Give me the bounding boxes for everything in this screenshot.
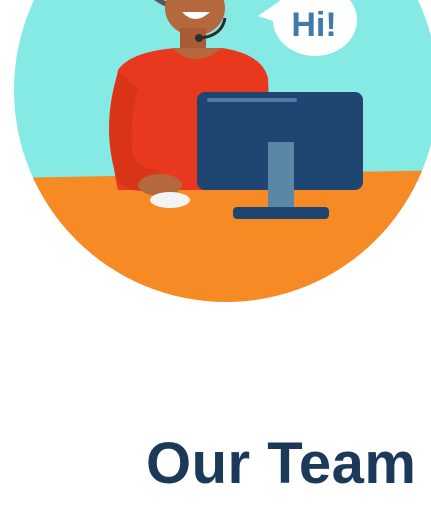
section-heading: Our Team — [146, 431, 417, 496]
speech-bubble-text: Hi! — [291, 6, 336, 44]
monitor-highlight — [207, 98, 297, 102]
monitor-stand — [268, 142, 294, 210]
mouse-icon — [150, 192, 190, 208]
monitor-base — [233, 207, 329, 219]
desk-surface — [14, 170, 431, 302]
support-agent-illustration: Hi! — [14, 0, 431, 302]
page: Hi! Our Team — [0, 0, 431, 509]
